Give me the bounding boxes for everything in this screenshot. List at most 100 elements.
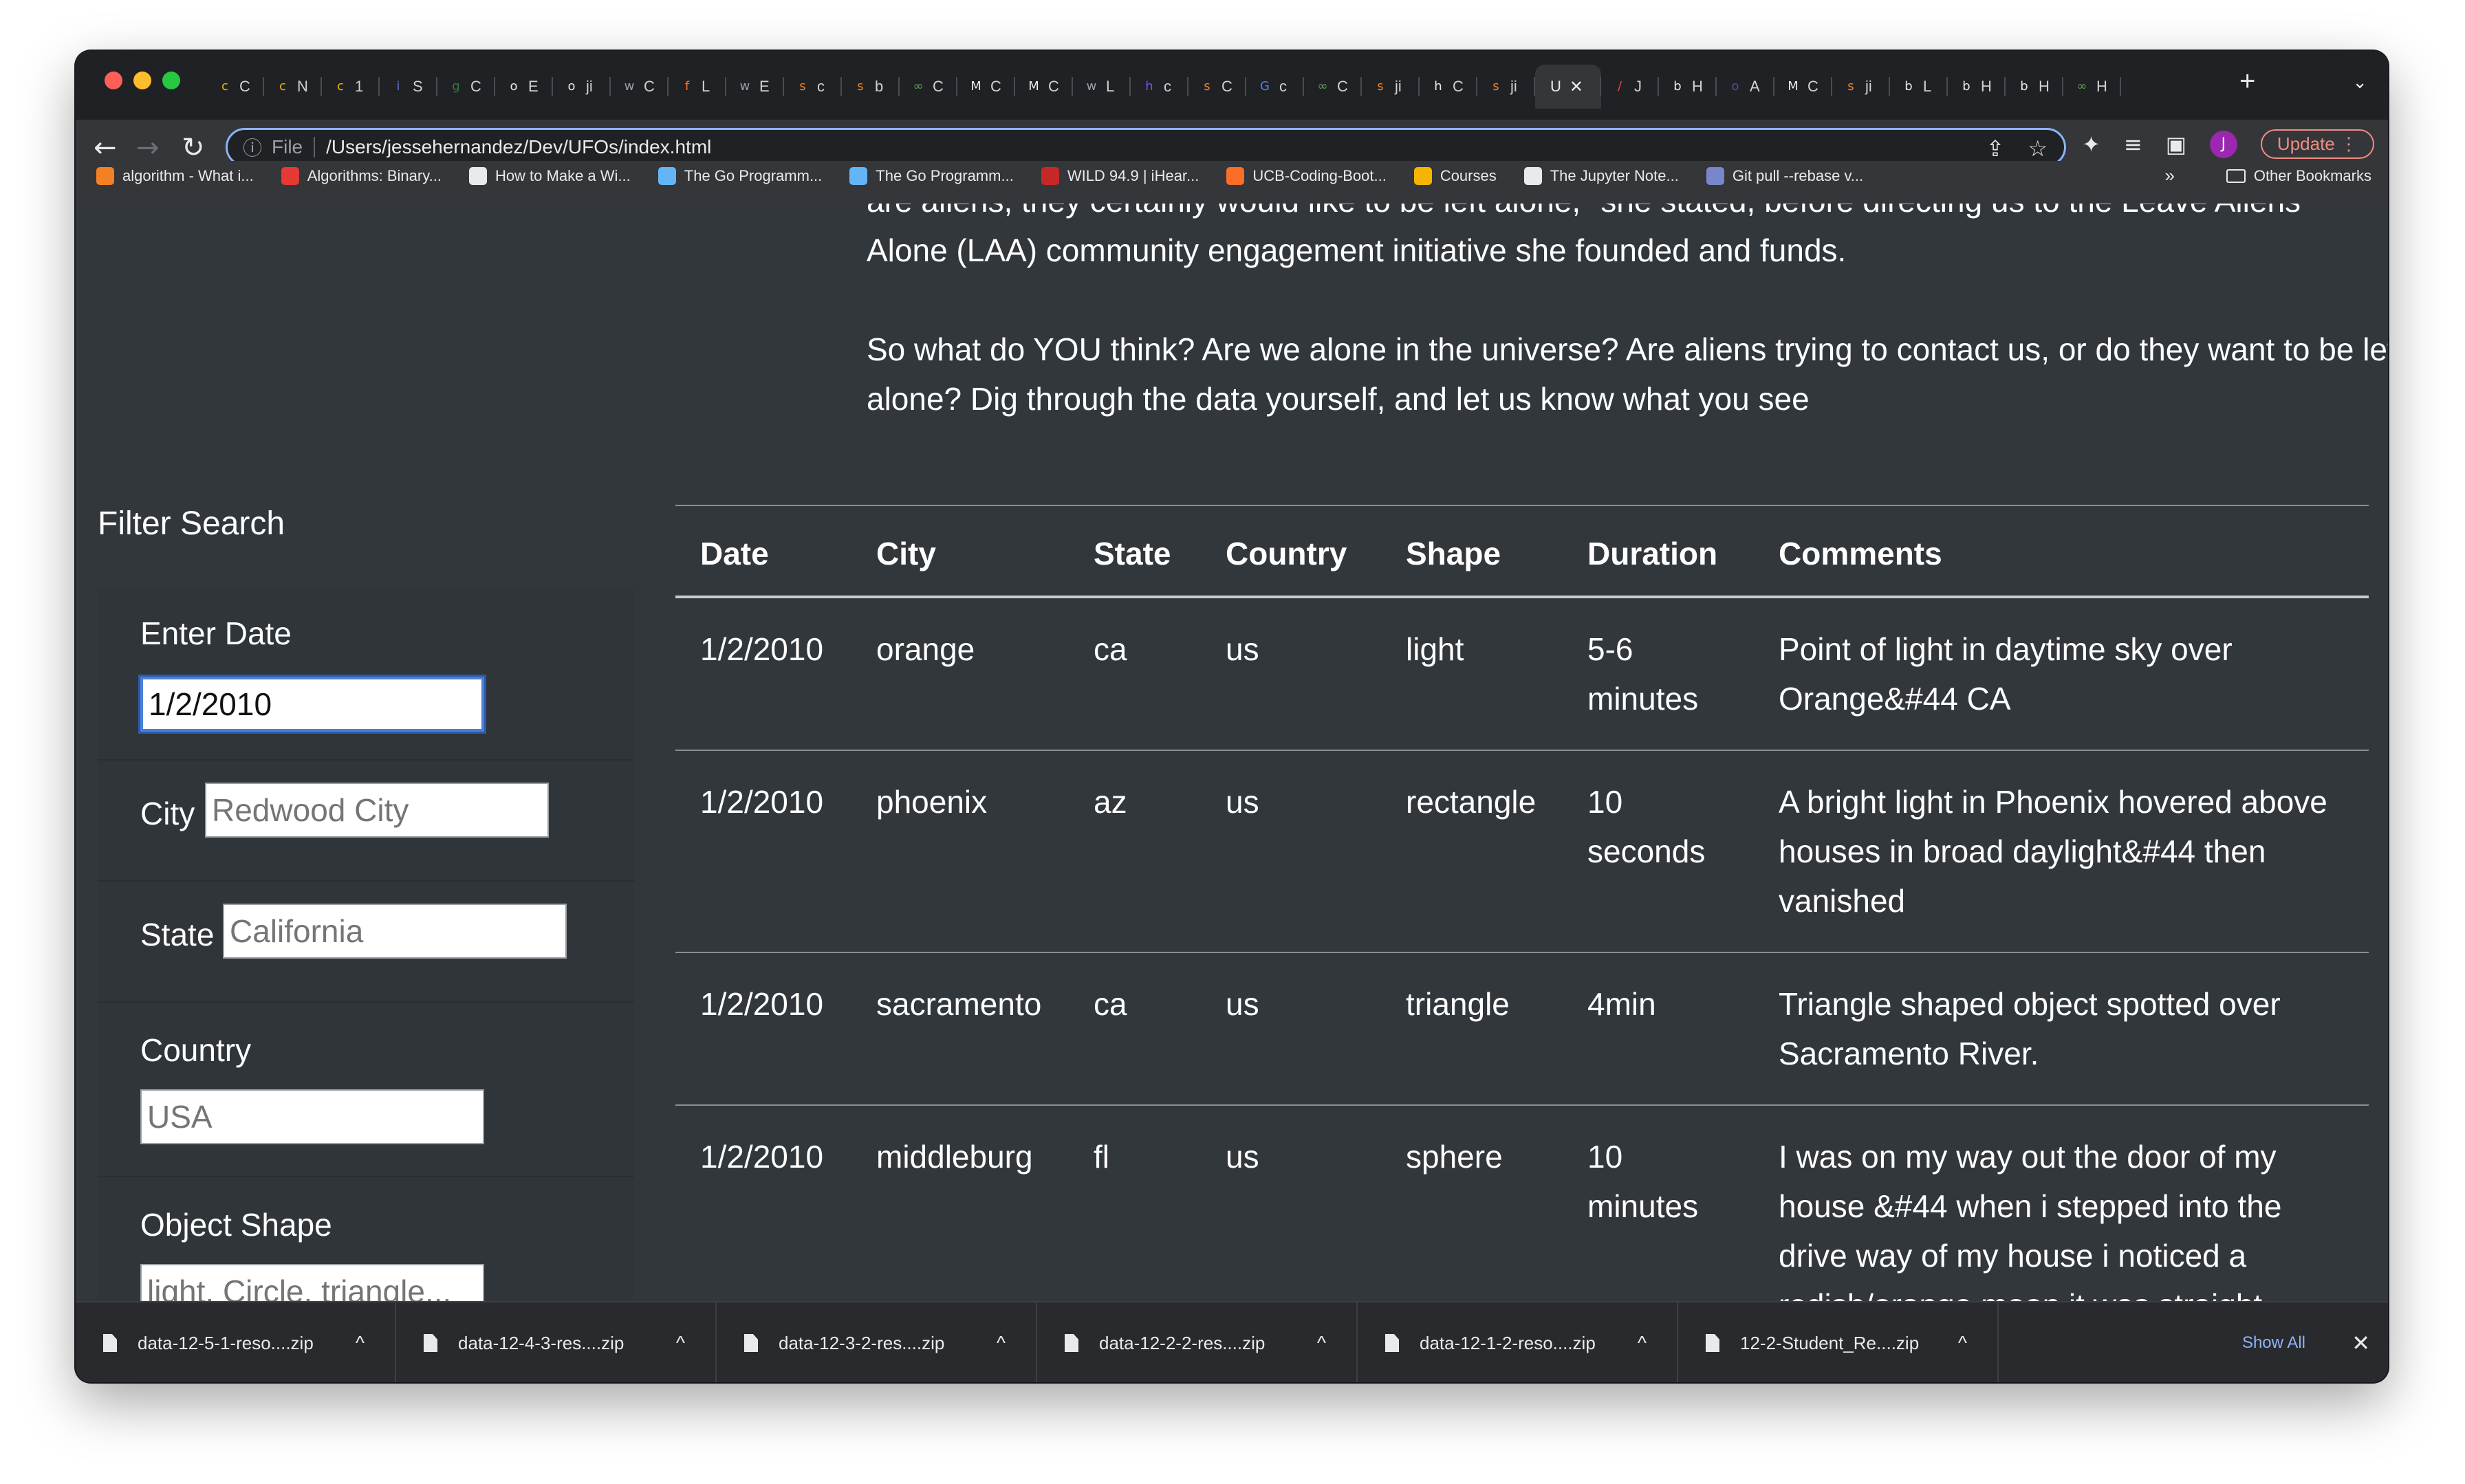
bookmark-item[interactable]: Courses bbox=[1413, 167, 1497, 185]
browser-tab[interactable]: wC bbox=[611, 65, 669, 109]
browser-tab[interactable]: bH bbox=[1659, 65, 1717, 109]
bookmark-item[interactable]: Git pull --rebase v... bbox=[1706, 167, 1863, 185]
address-url[interactable]: /Users/jessehernandez/Dev/UFOs/index.htm… bbox=[326, 136, 711, 158]
tab-search-chevron-icon[interactable]: ⌄ bbox=[2352, 72, 2367, 93]
cell-state: az bbox=[1069, 750, 1201, 953]
tabs: c Cc Nc 1 i Sg Co Eo ji w Cf Lw Es c s b ∞ C M C M Cw Lh c s C Gc ∞… bbox=[206, 65, 2121, 109]
browser-tab[interactable]: oE bbox=[495, 65, 553, 109]
bookmark-item[interactable]: WILD 94.9 | iHear... bbox=[1041, 167, 1199, 185]
browser-tab[interactable]: MC bbox=[957, 65, 1015, 109]
download-menu-chevron-icon[interactable]: ^ bbox=[1317, 1332, 1326, 1354]
browser-tab[interactable]: cN bbox=[264, 65, 322, 109]
download-menu-chevron-icon[interactable]: ^ bbox=[356, 1332, 365, 1354]
city-input[interactable] bbox=[205, 783, 549, 838]
date-input[interactable] bbox=[140, 677, 484, 732]
close-tab-icon[interactable]: ✕ bbox=[1570, 77, 1583, 97]
other-bookmarks[interactable]: Other Bookmarks bbox=[2226, 161, 2371, 191]
shape-input[interactable] bbox=[140, 1264, 484, 1301]
download-menu-chevron-icon[interactable]: ^ bbox=[676, 1332, 685, 1354]
browser-tab[interactable]: ∞ C bbox=[900, 65, 957, 109]
tab-favicon-icon: s bbox=[1847, 79, 1854, 94]
close-download-shelf-icon[interactable]: ✕ bbox=[2352, 1330, 2370, 1356]
download-item[interactable]: 12-2-Student_Re....zip ^ bbox=[1678, 1302, 1999, 1382]
browser-tab[interactable]: fL bbox=[669, 65, 726, 109]
browser-tab-active[interactable]: U ✕ bbox=[1535, 65, 1601, 109]
browser-tab[interactable]: c1 bbox=[322, 65, 380, 109]
bookmark-favicon-icon bbox=[96, 167, 114, 185]
browser-tab[interactable]: sc bbox=[784, 65, 842, 109]
side-panel-icon[interactable]: ▣ bbox=[2166, 131, 2186, 157]
bookmark-item[interactable]: The Jupyter Note... bbox=[1523, 167, 1679, 185]
download-item[interactable]: data-12-2-2-res....zip ^ bbox=[1037, 1302, 1358, 1382]
cell-date: 1/2/2010 bbox=[675, 952, 851, 1106]
download-item[interactable]: data-12-3-2-res....zip ^ bbox=[717, 1302, 1037, 1382]
tab-title: ji bbox=[586, 78, 593, 95]
country-input[interactable] bbox=[140, 1089, 484, 1144]
browser-tab[interactable]: sC bbox=[1188, 65, 1246, 109]
bookmark-label: UCB-Coding-Boot... bbox=[1252, 167, 1387, 184]
header-city: City bbox=[851, 505, 1069, 598]
new-tab-button[interactable]: + bbox=[2239, 66, 2255, 97]
browser-tab[interactable]: MC bbox=[1015, 65, 1073, 109]
browser-tab[interactable]: bH bbox=[2006, 65, 2063, 109]
bookmark-item[interactable]: algorithm - What i... bbox=[96, 167, 254, 185]
browser-tab[interactable]: / J bbox=[1601, 65, 1659, 109]
tab-title: C bbox=[1048, 78, 1059, 95]
download-item[interactable]: data-12-1-2-reso....zip ^ bbox=[1358, 1302, 1678, 1382]
browser-tab[interactable]: oA bbox=[1717, 65, 1774, 109]
bookmark-item[interactable]: The Go Programm... bbox=[658, 167, 823, 185]
download-menu-chevron-icon[interactable]: ^ bbox=[1638, 1332, 1647, 1354]
browser-tab[interactable]: hC bbox=[1420, 65, 1477, 109]
bookmark-item[interactable]: How to Make a Wi... bbox=[468, 167, 631, 185]
bookmark-item[interactable]: UCB-Coding-Boot... bbox=[1226, 167, 1387, 185]
browser-tab[interactable]: o ji bbox=[553, 65, 611, 109]
filter-row-city: City bbox=[98, 759, 634, 882]
browser-tab[interactable]: sb bbox=[842, 65, 900, 109]
info-icon[interactable]: ⓘ bbox=[243, 133, 262, 161]
browser-tab[interactable]: ∞ H bbox=[2063, 65, 2121, 109]
bookmark-item[interactable]: The Go Programm... bbox=[849, 167, 1014, 185]
forward-arrow-icon[interactable]: → bbox=[136, 132, 160, 164]
browser-tab[interactable]: cC bbox=[206, 65, 264, 109]
extensions-puzzle-icon[interactable]: ✦ bbox=[2082, 131, 2100, 157]
file-icon bbox=[424, 1334, 437, 1352]
profile-avatar[interactable]: J bbox=[2209, 130, 2237, 158]
download-item[interactable]: data-12-4-3-res....zip ^ bbox=[396, 1302, 717, 1382]
bookmark-item[interactable]: Algorithms: Binary... bbox=[281, 167, 442, 185]
download-item[interactable]: data-12-5-1-reso....zip ^ bbox=[76, 1302, 396, 1382]
ufo-table: Date City State Country Shape Duration C… bbox=[675, 505, 2369, 1301]
browser-tab[interactable]: iS bbox=[380, 65, 437, 109]
file-icon bbox=[744, 1334, 758, 1352]
download-menu-chevron-icon[interactable]: ^ bbox=[997, 1332, 1006, 1354]
browser-tab[interactable]: wL bbox=[1073, 65, 1131, 109]
state-input[interactable] bbox=[223, 904, 567, 959]
browser-tab[interactable]: s ji bbox=[1832, 65, 1890, 109]
reload-icon[interactable]: ↻ bbox=[182, 132, 205, 164]
maximize-window-button[interactable] bbox=[162, 72, 180, 89]
browser-tab[interactable]: ∞ C bbox=[1304, 65, 1362, 109]
table-row: 1/2/2010 phoenix az us rectangle 10 seconds A … bbox=[675, 750, 2369, 953]
bookmarks-overflow-chevron[interactable]: » bbox=[2165, 165, 2175, 186]
minimize-window-button[interactable] bbox=[133, 72, 151, 89]
browser-tab[interactable]: hc bbox=[1131, 65, 1188, 109]
browser-tab[interactable]: Gc bbox=[1246, 65, 1304, 109]
article-line-partial: are aliens, they certainly would like to… bbox=[867, 204, 2301, 219]
bookmark-star-icon[interactable]: ☆ bbox=[2028, 135, 2048, 162]
browser-tab[interactable]: bL bbox=[1890, 65, 1948, 109]
download-menu-chevron-icon[interactable]: ^ bbox=[1958, 1332, 1967, 1354]
table-body: 1/2/2010 orange ca us light 5-6 minutes Point … bbox=[675, 597, 2369, 1301]
browser-tab[interactable]: gC bbox=[437, 65, 495, 109]
browser-tab[interactable]: s ji bbox=[1477, 65, 1535, 109]
browser-tab[interactable]: MC bbox=[1774, 65, 1832, 109]
browser-tab[interactable]: bH bbox=[1948, 65, 2006, 109]
ufo-table-container: Date City State Country Shape Duration C… bbox=[675, 505, 2369, 1301]
reading-list-icon[interactable]: ≡ bbox=[2124, 131, 2142, 157]
browser-tab[interactable]: s ji bbox=[1362, 65, 1420, 109]
update-button[interactable]: Update ⋮ bbox=[2260, 129, 2374, 159]
browser-tab[interactable]: wE bbox=[726, 65, 784, 109]
share-icon[interactable]: ⇪ bbox=[1986, 135, 2005, 162]
close-window-button[interactable] bbox=[105, 72, 122, 89]
bookmark-label: The Go Programm... bbox=[684, 167, 823, 184]
show-all-downloads-link[interactable]: Show All bbox=[2242, 1333, 2305, 1353]
back-arrow-icon[interactable]: ← bbox=[94, 132, 117, 164]
